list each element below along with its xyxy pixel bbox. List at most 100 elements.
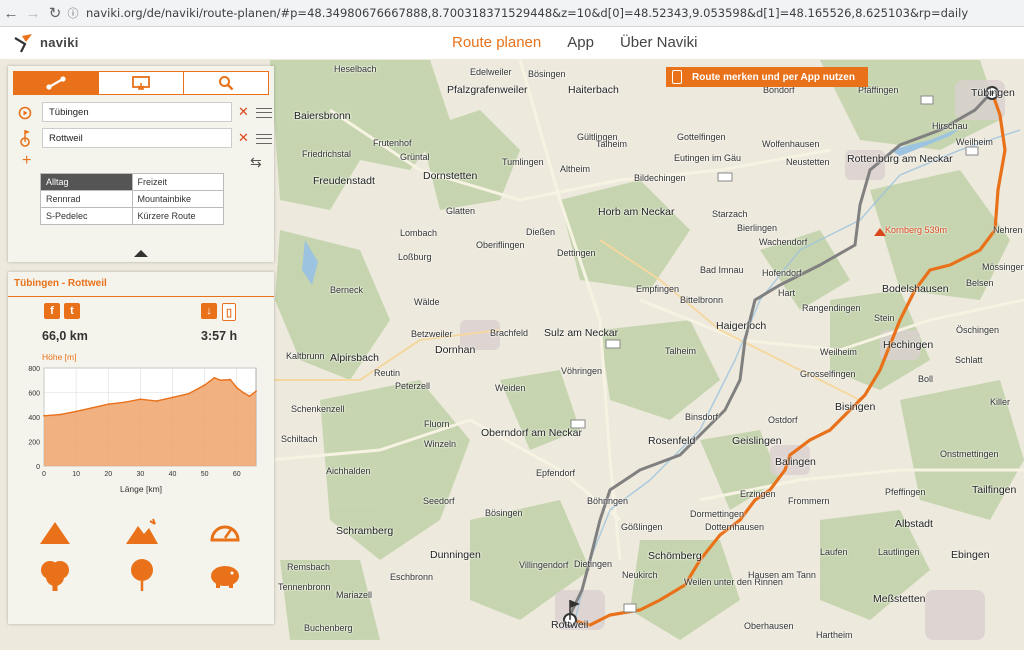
start-input[interactable]: Tübingen <box>42 102 232 122</box>
piggy-bank-icon[interactable] <box>207 562 243 590</box>
profile-freizeit[interactable]: Freizeit <box>131 173 224 191</box>
start-drag-handle-icon[interactable] <box>256 108 272 118</box>
twitter-icon[interactable]: t <box>64 303 80 319</box>
place-label: Oberhausen <box>744 621 794 631</box>
place-label: Ebingen <box>951 549 990 561</box>
place-label: Dettingen <box>557 248 596 258</box>
place-label: Berneck <box>330 285 364 295</box>
profile-alltag[interactable]: Alltag <box>40 173 133 191</box>
elevation-profile-chart[interactable]: 0 200 400 600 800 0 10 20 30 40 50 60 <box>18 362 264 482</box>
facebook-icon[interactable]: f <box>44 303 60 319</box>
mountain-icon[interactable] <box>124 518 160 546</box>
y-tick-label: 200 <box>28 440 40 447</box>
place-label: Nehren <box>993 225 1023 235</box>
nav-app[interactable]: App <box>567 34 594 51</box>
place-label: Frutenhof <box>373 138 412 148</box>
profile-s-pedelec[interactable]: S-Pedelec <box>40 207 133 225</box>
tab-import[interactable] <box>99 72 184 94</box>
place-label: Bittelbronn <box>680 295 724 305</box>
place-label: Stein <box>874 313 895 323</box>
place-label: Ostdorf <box>768 415 798 425</box>
place-label: Binsdorf <box>685 412 719 422</box>
place-label: Rosenfeld <box>648 435 696 447</box>
place-label: Brachfeld <box>490 328 529 338</box>
back-icon[interactable]: ← <box>0 5 22 22</box>
elevation-point <box>235 386 238 389</box>
ascent-icon[interactable] <box>38 518 72 546</box>
naviki-logo[interactable]: naviki <box>12 30 78 56</box>
logo-text: naviki <box>40 35 79 50</box>
place-label: Peterzell <box>395 381 431 391</box>
place-label: Hirschau <box>932 121 968 131</box>
place-label: Kornberg 539m <box>885 225 948 235</box>
collapse-up-icon[interactable] <box>134 250 148 257</box>
place-label: Grüntal <box>400 152 430 162</box>
place-label: Starzach <box>712 209 748 219</box>
place-label: Weiden <box>495 383 526 393</box>
place-label: Glatten <box>446 206 476 216</box>
place-label: Weilheim <box>956 137 993 147</box>
place-label: Dunningen <box>430 549 481 561</box>
profile-rennrad[interactable]: Rennrad <box>40 190 133 208</box>
place-label: Dietingen <box>574 559 613 569</box>
place-label: Altheim <box>560 164 591 174</box>
elevation-point <box>171 396 174 399</box>
place-label: Geislingen <box>732 435 782 447</box>
speedometer-icon[interactable] <box>208 518 242 546</box>
place-label: Edelweiler <box>470 67 512 77</box>
place-label: Bierlingen <box>737 223 778 233</box>
place-label: Winzeln <box>424 439 457 449</box>
place-label: Tennenbronn <box>278 582 331 592</box>
reload-icon[interactable]: ↻ <box>44 4 66 22</box>
place-label: Freudenstadt <box>313 175 375 187</box>
place-label: Villingendorf <box>519 560 569 570</box>
search-icon <box>219 76 234 91</box>
tab-route[interactable] <box>14 72 99 94</box>
clear-destination-icon[interactable]: ✕ <box>238 130 249 146</box>
x-tick-label: 30 <box>136 471 144 478</box>
length-axis-label: Länge [km] <box>119 484 163 494</box>
nav-route-planen[interactable]: Route planen <box>452 34 541 51</box>
y-tick-label: 600 <box>28 391 40 398</box>
address-bar[interactable]: naviki.org/de/naviki/route-planen/#p=48.… <box>86 6 968 20</box>
forward-icon[interactable]: → <box>22 5 44 22</box>
place-label: Albstadt <box>895 518 933 530</box>
clear-start-icon[interactable]: ✕ <box>238 104 249 120</box>
profile-kuerzere-route[interactable]: Kürzere Route <box>131 207 224 225</box>
profile-mountainbike[interactable]: Mountainbike <box>131 190 224 208</box>
place-label: Bisingen <box>835 401 876 413</box>
logo-icon <box>14 34 32 53</box>
place-label: Rangendingen <box>802 303 861 313</box>
x-tick-label: 10 <box>72 471 80 478</box>
elevation-point <box>203 384 206 387</box>
place-label: Schenkenzell <box>291 404 345 414</box>
place-label: Schramberg <box>336 525 394 537</box>
info-icon[interactable]: ⓘ <box>66 5 80 21</box>
place-label: Oberiflingen <box>476 240 525 250</box>
nav-ueber-naviki[interactable]: Über Naviki <box>620 34 698 51</box>
elevation-point <box>187 392 190 395</box>
balloon-icon[interactable] <box>128 558 156 592</box>
place-label: Böhringen <box>587 496 629 506</box>
x-tick-label: 20 <box>104 471 112 478</box>
swap-route-icon[interactable]: ⇆ <box>250 154 262 171</box>
tree-icon[interactable] <box>38 558 72 592</box>
phone-icon <box>672 70 682 84</box>
send-to-phone-icon[interactable]: ▯ <box>222 303 236 321</box>
place-label: Dornstetten <box>423 170 478 182</box>
place-label: Laufen <box>820 547 848 557</box>
place-label: Schiltach <box>281 434 318 444</box>
elevation-point <box>255 390 257 393</box>
app-banner-button[interactable]: Route merken und per App nutzen <box>666 67 868 87</box>
place-label: Wolfenhausen <box>762 139 820 149</box>
main-nav: Route planen App Über Naviki <box>452 34 697 51</box>
destination-input[interactable]: Rottweil <box>42 128 232 148</box>
download-icon[interactable]: ↓ <box>201 303 217 319</box>
place-label: Mariazell <box>336 590 373 600</box>
place-label: Bildechingen <box>634 173 686 183</box>
x-tick-label: 50 <box>201 471 209 478</box>
place-label: Buchenberg <box>304 623 353 633</box>
destination-drag-handle-icon[interactable] <box>256 134 272 144</box>
tab-search[interactable] <box>184 72 268 94</box>
add-waypoint-icon[interactable]: + <box>22 152 31 170</box>
